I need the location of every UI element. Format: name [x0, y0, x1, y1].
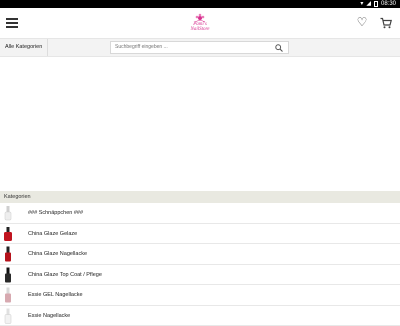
category-item[interactable]: China Glaze Gelaze — [0, 224, 400, 245]
category-list: ### Schnäppchen ### China Glaze Gelaze C… — [0, 203, 400, 326]
category-label: China Glaze Top Coat / Pflege — [28, 265, 102, 285]
status-bar: ▾ ◢ 08:30 — [0, 0, 400, 8]
nail-polish-clear-icon — [2, 205, 14, 221]
app-bar: Pami's NailStore ♡ — [0, 8, 400, 38]
category-label: China Glaze Gelaze — [28, 224, 77, 244]
menu-icon[interactable] — [6, 17, 18, 29]
category-label: ### Schnäppchen ### — [28, 203, 83, 223]
categories-header: Kategorien — [0, 191, 400, 203]
battery-icon — [374, 1, 378, 7]
search-icon[interactable] — [275, 44, 283, 52]
category-item[interactable]: Essie GEL Nagellacke — [0, 285, 400, 306]
toolbar: Alle Kategorien — [0, 38, 400, 57]
status-icons: ▾ ◢ 08:30 — [360, 0, 396, 8]
nail-polish-pink-icon — [2, 287, 14, 303]
nail-polish-red-icon — [2, 246, 14, 262]
store-logo[interactable]: Pami's NailStore — [183, 12, 217, 36]
shopping-cart-icon[interactable] — [380, 16, 392, 28]
category-item[interactable]: China Glaze Top Coat / Pflege — [0, 265, 400, 286]
signal-icon: ◢ — [366, 0, 371, 8]
category-item[interactable]: China Glaze Nagellacke — [0, 244, 400, 265]
all-categories-button[interactable]: Alle Kategorien — [0, 39, 48, 56]
wifi-icon: ▾ — [360, 0, 363, 8]
status-time: 08:30 — [381, 0, 396, 8]
nail-polish-black-icon — [2, 267, 14, 283]
search-box[interactable] — [110, 41, 289, 54]
nail-polish-red-icon — [2, 226, 14, 242]
wishlist-heart-icon[interactable]: ♡ — [356, 16, 368, 28]
category-item[interactable]: Essie Nagellacke — [0, 306, 400, 326]
search-input[interactable] — [115, 42, 265, 53]
category-label: China Glaze Nagellacke — [28, 244, 87, 264]
category-item[interactable]: ### Schnäppchen ### — [0, 203, 400, 224]
logo-text: Pami's NailStore — [183, 22, 217, 32]
logo-text-line2: NailStore — [183, 27, 217, 32]
category-label: Essie GEL Nagellacke — [28, 285, 83, 305]
category-label: Essie Nagellacke — [28, 306, 70, 326]
